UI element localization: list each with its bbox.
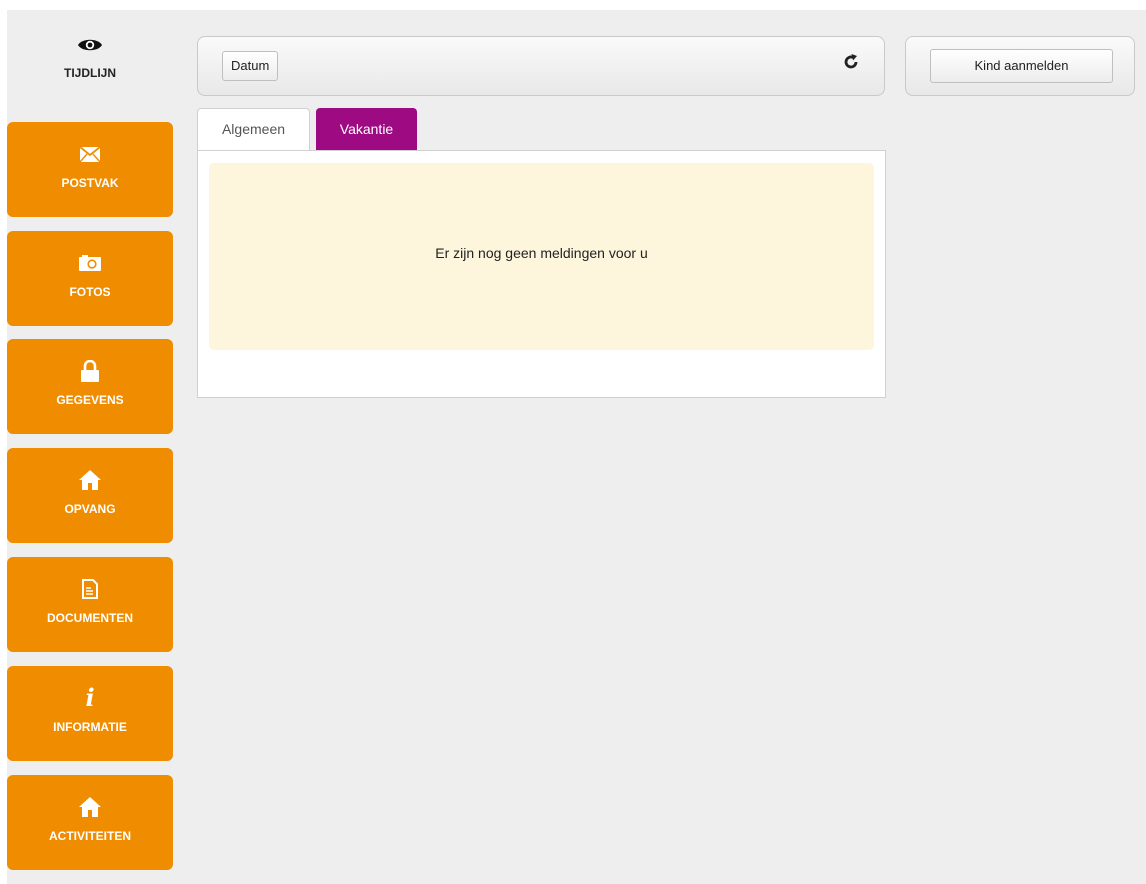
tab-algemeen[interactable]: Algemeen: [197, 108, 310, 151]
tab-vakantie[interactable]: Vakantie: [316, 108, 417, 150]
refresh-icon[interactable]: [842, 53, 860, 71]
sidebar-item-label: FOTOS: [69, 285, 111, 299]
envelope-icon: [80, 142, 100, 166]
sidebar-item-label: OPVANG: [64, 502, 116, 516]
tab-panel: Er zijn nog geen meldingen voor u: [197, 150, 886, 398]
toolbar: Datum: [197, 36, 885, 96]
sidebar-item-postvak[interactable]: POSTVAK: [7, 122, 173, 217]
sidebar-item-opvang[interactable]: OPVANG: [7, 448, 173, 543]
home-icon: [79, 795, 101, 819]
sidebar-item-fotos[interactable]: FOTOS: [7, 231, 173, 326]
sidebar-item-documenten[interactable]: DOCUMENTEN: [7, 557, 173, 652]
date-button[interactable]: Datum: [222, 51, 279, 81]
document-icon: [82, 577, 98, 601]
sidebar-item-label: INFORMATIE: [53, 720, 127, 734]
empty-notifications-message: Er zijn nog geen meldingen voor u: [435, 245, 648, 261]
sidebar-item-informatie[interactable]: i INFORMATIE: [7, 666, 173, 761]
register-child-panel: Kind aanmelden: [905, 36, 1135, 96]
sidebar-item-gegevens[interactable]: GEGEVENS: [7, 339, 173, 434]
sidebar-item-label: ACTIVITEITEN: [48, 829, 131, 843]
sidebar-item-activiteiten[interactable]: ACTIVITEITEN: [7, 775, 173, 870]
eye-icon: [77, 34, 103, 56]
app-background: [7, 10, 1146, 884]
lock-icon: [81, 359, 99, 383]
camera-icon: [79, 251, 101, 275]
notification-alert: Er zijn nog geen meldingen voor u: [209, 163, 874, 350]
sidebar-item-label: TIJDLIJN: [63, 66, 116, 80]
sidebar-item-label: GEGEVENS: [56, 393, 124, 407]
sidebar-item-label: DOCUMENTEN: [47, 611, 133, 625]
info-icon: i: [85, 683, 95, 712]
sidebar-item-tijdlijn[interactable]: TIJDLIJN: [7, 10, 173, 109]
home-icon: [79, 468, 101, 492]
sidebar-item-label: POSTVAK: [61, 176, 119, 190]
register-child-button[interactable]: Kind aanmelden: [930, 49, 1113, 83]
